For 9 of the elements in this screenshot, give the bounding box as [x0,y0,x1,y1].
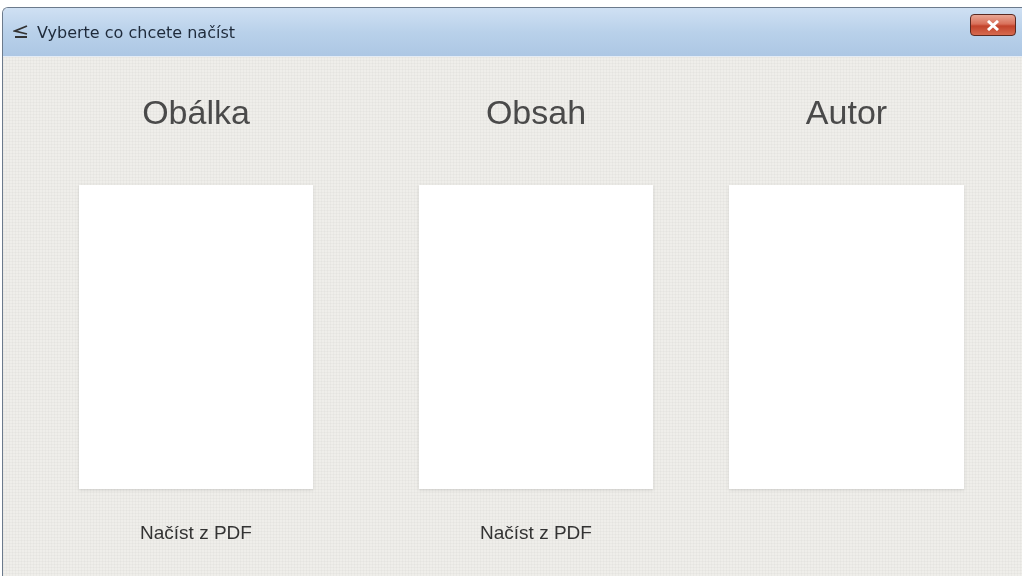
section-heading: Obsah [485,93,587,133]
close-button[interactable] [970,14,1016,36]
load-link[interactable]: Načíst z PDF [480,522,592,544]
section-heading: Obálka [142,93,250,133]
window-title: Vyberte co chcete načíst [37,22,236,42]
app-icon [13,25,29,39]
load-link[interactable]: Načíst z PDF [140,522,252,544]
section-heading: Autor [805,93,888,133]
close-icon [986,19,1000,31]
